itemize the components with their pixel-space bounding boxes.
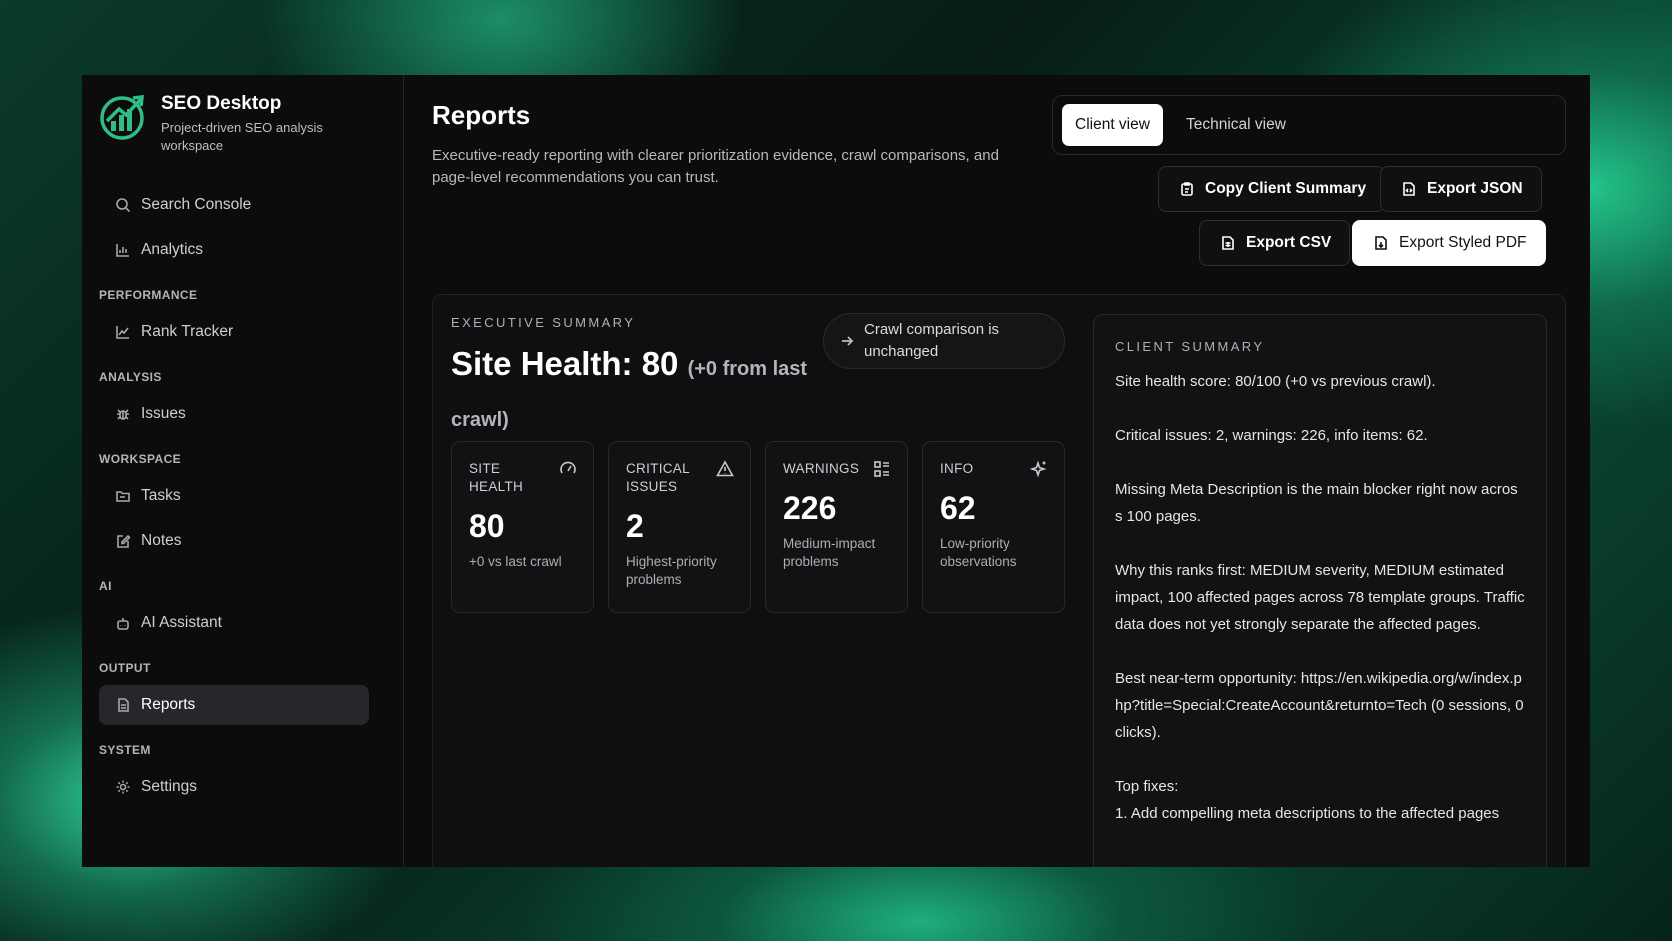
card-note: Low-priority observations	[940, 536, 1017, 569]
page-description: Executive-ready reporting with clearer p…	[432, 147, 999, 186]
sidebar-item-label: Search Console	[141, 196, 252, 213]
file-download-icon	[1375, 236, 1387, 250]
main-content: Reports Executive-ready reporting with c…	[404, 75, 1590, 867]
sidebar-item-issues[interactable]: Issues	[99, 394, 369, 434]
client-summary-label: CLIENT SUMMARY	[1115, 339, 1265, 354]
gauge-icon	[560, 461, 576, 474]
summary-paragraph: Why this ranks first: MEDIUM severity, M…	[1115, 562, 1525, 633]
export-styled-pdf-button[interactable]: Export Styled PDF	[1352, 220, 1546, 266]
file-spreadsheet-icon	[1222, 236, 1234, 250]
sidebar-item-settings[interactable]: Settings	[99, 767, 369, 807]
brand-title: SEO Desktop	[161, 93, 282, 114]
client-summary: CLIENT SUMMARY Site health score: 80/100…	[1093, 314, 1547, 867]
list-icon	[874, 461, 889, 477]
clipboard-icon	[1181, 182, 1193, 196]
sidebar-item-reports[interactable]: Reports	[99, 685, 369, 725]
card-value: 80	[469, 508, 505, 544]
tab-client-view[interactable]: Client view	[1062, 104, 1163, 146]
report-panel: EXECUTIVE SUMMARY Site Health: 80 (+0 fr…	[432, 294, 1566, 867]
metric-cards: SITE HEALTH 80 +0 vs last crawl CRITICAL…	[451, 441, 1065, 613]
crawl-comparison-text: Crawl comparison is unchanged	[864, 321, 1000, 360]
brand-subtitle: Project-driven SEO analysis workspace	[161, 120, 323, 153]
bot-icon	[117, 618, 129, 630]
summary-paragraph: Missing Meta Description is the main blo…	[1115, 481, 1518, 525]
summary-paragraph: Top fixes:	[1115, 778, 1179, 795]
card-note: Medium-impact problems	[783, 536, 876, 569]
sidebar-item-label: Analytics	[141, 241, 204, 258]
search-icon	[116, 198, 131, 213]
export-csv-button[interactable]: Export CSV	[1199, 220, 1351, 266]
edit-icon	[117, 534, 131, 548]
sparkle-icon	[1030, 460, 1047, 478]
nav-section-title: PERFORMANCE	[99, 288, 198, 302]
button-label: Export CSV	[1246, 234, 1332, 251]
sidebar-item-label: Tasks	[141, 487, 181, 504]
view-toggle: Client view Technical view	[1052, 95, 1566, 155]
nav-section-title: OUTPUT	[99, 661, 151, 675]
sidebar-item-label: Notes	[141, 532, 182, 549]
metric-card-warnings: WARNINGS 226 Medium-impact problems	[765, 441, 908, 613]
sidebar-item-label: Reports	[141, 696, 196, 713]
metric-card-critical-issues: CRITICAL ISSUES 2 Highest-priority probl…	[608, 441, 751, 613]
nav-section-title: SYSTEM	[99, 743, 151, 757]
sidebar-item-ai-assistant[interactable]: AI Assistant	[99, 603, 369, 643]
sidebar-item-rank-tracker[interactable]: Rank Tracker	[99, 312, 369, 352]
card-label: INFO	[940, 461, 974, 476]
sidebar-item-label: AI Assistant	[141, 614, 222, 631]
arrow-right-icon	[842, 336, 854, 346]
site-health-title: Site Health: 80	[451, 345, 679, 382]
card-value: 2	[626, 508, 644, 544]
gear-icon	[116, 780, 130, 794]
export-json-button[interactable]: Export JSON	[1380, 166, 1542, 212]
sidebar-item-search-console[interactable]: Search Console	[99, 185, 369, 225]
copy-client-summary-button[interactable]: Copy Client Summary	[1158, 166, 1386, 212]
card-note: Highest-priority problems	[626, 554, 717, 587]
card-value: 62	[940, 490, 976, 526]
tab-technical-view[interactable]: Technical view	[1173, 104, 1299, 146]
card-label: CRITICAL ISSUES	[626, 461, 690, 494]
document-icon	[118, 698, 129, 712]
executive-summary-label: EXECUTIVE SUMMARY	[451, 315, 636, 330]
card-label: SITE HEALTH	[469, 461, 524, 494]
button-label: Copy Client Summary	[1205, 180, 1367, 197]
line-chart-icon	[116, 326, 129, 339]
bug-icon	[117, 409, 129, 420]
file-code-icon	[1403, 182, 1415, 196]
sidebar-item-tasks[interactable]: Tasks	[99, 476, 369, 516]
nav-section-title: WORKSPACE	[99, 452, 182, 466]
logo-icon	[100, 95, 144, 140]
nav-section-title: ANALYSIS	[99, 370, 162, 384]
summary-paragraph: Site health score: 80/100 (+0 vs previou…	[1115, 373, 1436, 390]
app-window: SEO Desktop Project-driven SEO analysis …	[82, 75, 1590, 867]
bar-chart-icon	[116, 244, 129, 257]
warning-icon	[716, 460, 734, 477]
sidebar-item-notes[interactable]: Notes	[99, 521, 369, 561]
site-health-headline: Site Health: 80 (+0 from last crawl)	[451, 341, 811, 443]
card-value: 226	[783, 490, 837, 526]
metric-card-site-health: SITE HEALTH 80 +0 vs last crawl	[451, 441, 594, 613]
sidebar: SEO Desktop Project-driven SEO analysis …	[82, 75, 404, 867]
sidebar-item-label: Settings	[141, 778, 198, 795]
card-note: +0 vs last crawl	[469, 554, 562, 569]
card-label: WARNINGS	[783, 461, 860, 476]
summary-paragraph: Best near-term opportunity: https://en.w…	[1115, 670, 1524, 741]
summary-paragraph: 1. Add compelling meta descriptions to t…	[1115, 805, 1500, 822]
sidebar-item-analytics[interactable]: Analytics	[99, 230, 369, 270]
button-label: Export JSON	[1427, 180, 1523, 197]
sidebar-item-label: Rank Tracker	[141, 323, 234, 340]
brand: SEO Desktop Project-driven SEO analysis …	[99, 91, 387, 155]
nav-section-title: AI	[99, 579, 112, 593]
folder-icon	[116, 491, 130, 502]
crawl-comparison-pill: Crawl comparison is unchanged	[823, 313, 1065, 369]
button-label: Export Styled PDF	[1399, 234, 1527, 251]
metric-card-info: INFO 62 Low-priority observations	[922, 441, 1065, 613]
summary-paragraph: Critical issues: 2, warnings: 226, info …	[1115, 427, 1428, 444]
sidebar-item-label: Issues	[141, 405, 186, 422]
